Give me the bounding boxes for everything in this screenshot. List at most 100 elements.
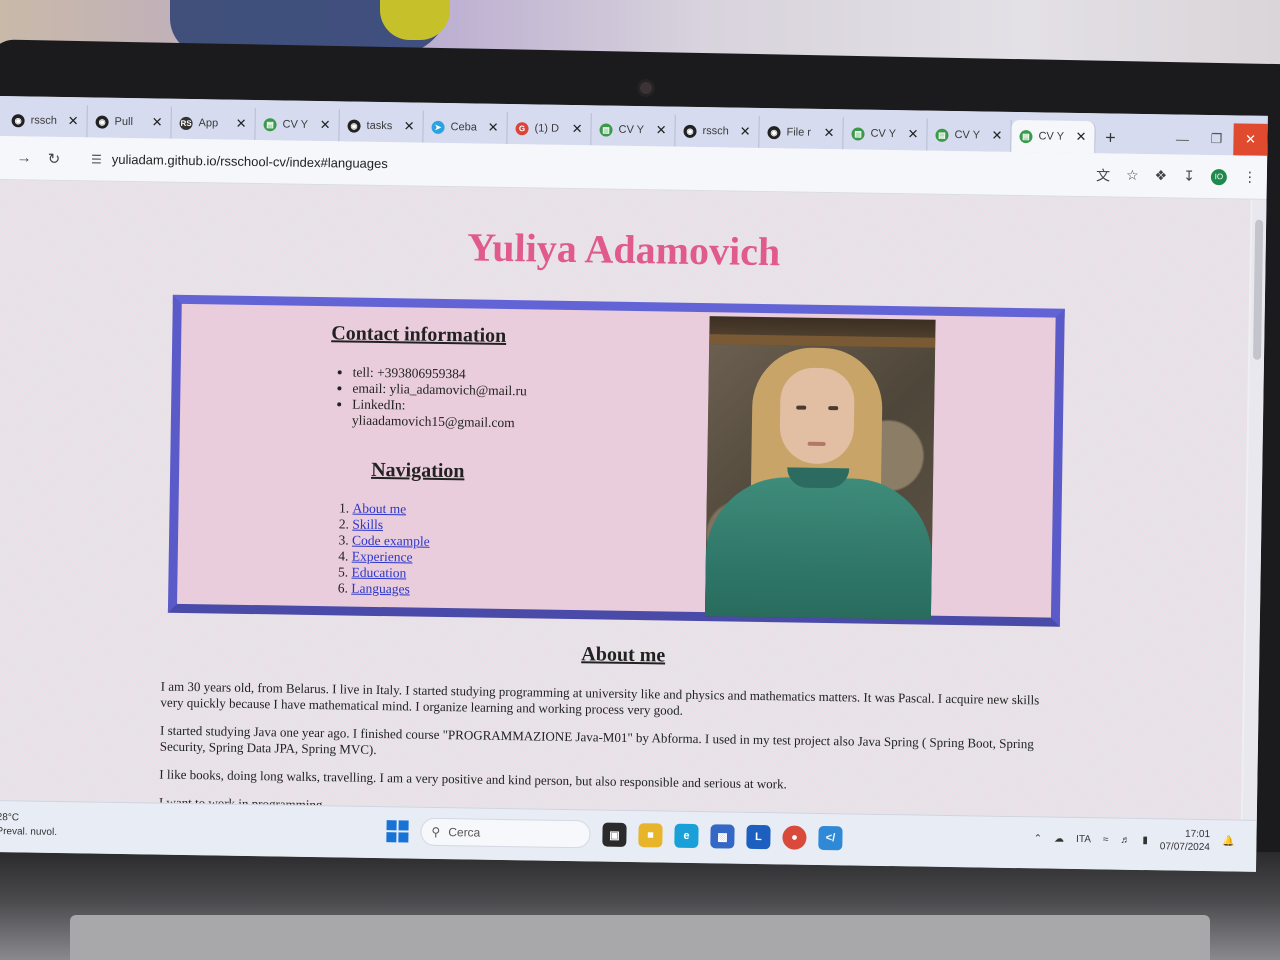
scrollbar-thumb[interactable] xyxy=(1253,219,1264,360)
close-tab-icon[interactable]: ✕ xyxy=(152,114,163,130)
close-tab-icon[interactable]: ✕ xyxy=(488,120,499,136)
download-icon[interactable]: ↧ xyxy=(1183,168,1195,185)
browser-tab[interactable]: ➤ Ceba ✕ xyxy=(423,110,508,144)
browser-tab[interactable]: ▤ CV Y ✕ xyxy=(1011,119,1096,154)
chrome-icon[interactable]: ● xyxy=(782,825,807,850)
document-icon: ▤ xyxy=(1019,129,1033,143)
wifi-icon[interactable]: ≈ xyxy=(1103,834,1109,845)
nav-item: Skills xyxy=(352,517,430,534)
app-icon[interactable]: L xyxy=(746,824,771,850)
navigation-heading: Navigation xyxy=(371,458,465,483)
bookmark-star-icon[interactable]: ☆ xyxy=(1126,167,1139,184)
close-tab-icon[interactable]: ✕ xyxy=(68,113,79,129)
search-placeholder: Cerca xyxy=(448,825,481,840)
weather-widget[interactable]: 28°C Preval. nuvol. xyxy=(0,811,57,840)
tab-label: Ceba xyxy=(450,121,477,134)
task-view-icon[interactable]: ▣ xyxy=(602,822,627,847)
close-tab-icon[interactable]: ✕ xyxy=(739,124,751,140)
photo-sweater xyxy=(704,476,934,620)
browser-tab[interactable]: ◉ rssch ✕ xyxy=(3,104,88,138)
close-tab-icon[interactable]: ✕ xyxy=(236,116,247,132)
browser-tab[interactable]: ◉ tasks ✕ xyxy=(339,109,424,143)
file-explorer-icon[interactable]: ■ xyxy=(638,823,663,848)
browser-tab[interactable]: ▤ CV Y ✕ xyxy=(843,117,928,151)
close-tab-icon[interactable]: ✕ xyxy=(907,126,918,142)
close-tab-icon[interactable]: ✕ xyxy=(572,121,583,137)
close-tab-icon[interactable]: ✕ xyxy=(991,128,1002,144)
close-tab-icon[interactable]: ✕ xyxy=(404,118,415,134)
tab-label: CV Y xyxy=(954,128,981,142)
url-text: yuliadam.github.io/rsschool-cv/index#lan… xyxy=(111,151,388,172)
browser-tab[interactable]: ▤ CV Y ✕ xyxy=(255,108,340,142)
site-settings-icon[interactable]: ☰ xyxy=(91,152,102,166)
edge-icon[interactable]: e xyxy=(674,823,699,849)
battery-icon[interactable]: ▮ xyxy=(1142,835,1148,846)
reload-icon[interactable]: ↻ xyxy=(39,149,69,167)
nav-link-languages[interactable]: Languages xyxy=(351,581,410,597)
store-icon[interactable]: ▩ xyxy=(710,824,735,849)
close-tab-icon[interactable]: ✕ xyxy=(1075,129,1086,145)
navigation-list: About me Skills Code example Experience … xyxy=(351,501,430,598)
browser-tab[interactable]: RS App ✕ xyxy=(171,106,256,141)
cloud-icon[interactable]: ☁ xyxy=(1054,833,1064,844)
menu-icon[interactable]: ⋮ xyxy=(1243,169,1257,186)
photo-face xyxy=(779,367,855,465)
translate-icon[interactable]: 文 xyxy=(1096,165,1110,185)
extensions-icon[interactable]: ❖ xyxy=(1154,167,1167,184)
profile-avatar[interactable]: IO xyxy=(1210,168,1228,185)
close-tab-icon[interactable]: ✕ xyxy=(656,122,667,138)
clock-time: 17:01 xyxy=(1184,828,1211,841)
browser-tab[interactable]: ◉ Pull ✕ xyxy=(87,105,172,139)
page-content: Yuliya Adamovich Contact information tel… xyxy=(0,179,1251,820)
browser-tab[interactable]: ▤ CV Y ✕ xyxy=(591,113,676,147)
nav-item: Education xyxy=(351,565,429,582)
address-bar[interactable]: ☰ yuliadam.github.io/rsschool-cv/index#l… xyxy=(82,143,1044,189)
nav-link-about-me[interactable]: About me xyxy=(352,501,406,517)
tab-label: (1) D xyxy=(534,122,560,135)
telegram-icon: ➤ xyxy=(431,120,445,134)
new-tab-button[interactable]: + xyxy=(1095,121,1125,153)
taskbar-search[interactable]: ⚲ Cerca xyxy=(420,817,591,849)
forward-icon[interactable]: → xyxy=(9,149,39,166)
nav-item: About me xyxy=(352,501,430,518)
system-tray: ⌃ ☁ ITA ≈ ♬ ▮ 17:01 07/07/2024 🔔 xyxy=(1034,825,1235,854)
browser-tab[interactable]: G (1) D ✕ xyxy=(507,111,592,146)
chevron-up-icon[interactable]: ⌃ xyxy=(1034,833,1043,844)
minimize-icon[interactable]: — xyxy=(1165,122,1199,155)
notification-bell-icon[interactable]: 🔔 xyxy=(1222,836,1235,847)
windows-start-icon[interactable] xyxy=(386,820,409,843)
nav-item: Experience xyxy=(352,549,430,566)
close-tab-icon[interactable]: ✕ xyxy=(823,125,835,141)
language-indicator[interactable]: ITA xyxy=(1076,833,1091,844)
contact-linkedin: LinkedIn: yliaadamovich15@gmail.com xyxy=(352,397,552,432)
contact-list: tell: +393806959384 email: ylia_adamovic… xyxy=(352,365,553,432)
browser-tab[interactable]: ▤ CV Y ✕ xyxy=(927,118,1012,152)
close-tab-icon[interactable]: ✕ xyxy=(320,117,331,133)
restore-icon[interactable]: ❐ xyxy=(1199,123,1233,156)
webcam xyxy=(640,82,652,94)
tab-label: CV Y xyxy=(1038,130,1065,143)
about-paragraph: I am 30 years old, from Belarus. I live … xyxy=(160,678,1040,718)
laptop-base xyxy=(70,915,1210,960)
browser-tab[interactable]: ◉ rssch ✕ xyxy=(675,114,760,148)
nav-link-skills[interactable]: Skills xyxy=(352,517,383,532)
photo-eye xyxy=(796,405,807,410)
browser-tab[interactable]: ◉ File r ✕ xyxy=(759,115,844,150)
about-paragraph: I like books, doing long walks, travelli… xyxy=(159,766,787,792)
document-icon: ▤ xyxy=(599,122,613,137)
tab-label: rssch xyxy=(30,114,57,127)
github-icon: ◉ xyxy=(683,124,697,138)
nav-link-code-example[interactable]: Code example xyxy=(352,533,430,549)
photo-mouth xyxy=(807,441,826,447)
nav-link-experience[interactable]: Experience xyxy=(352,549,413,565)
tab-label: Pull xyxy=(114,115,134,129)
photo-eye xyxy=(828,406,839,411)
clock[interactable]: 17:01 07/07/2024 xyxy=(1160,827,1210,854)
tab-label: File r xyxy=(786,126,812,139)
close-window-icon[interactable]: ✕ xyxy=(1233,123,1268,156)
vscode-icon[interactable]: </ xyxy=(818,825,843,851)
nav-item: Languages xyxy=(351,581,429,598)
nav-link-education[interactable]: Education xyxy=(351,565,406,581)
volume-icon[interactable]: ♬ xyxy=(1120,834,1130,845)
page-title: Yuliya Adamovich xyxy=(466,224,781,275)
